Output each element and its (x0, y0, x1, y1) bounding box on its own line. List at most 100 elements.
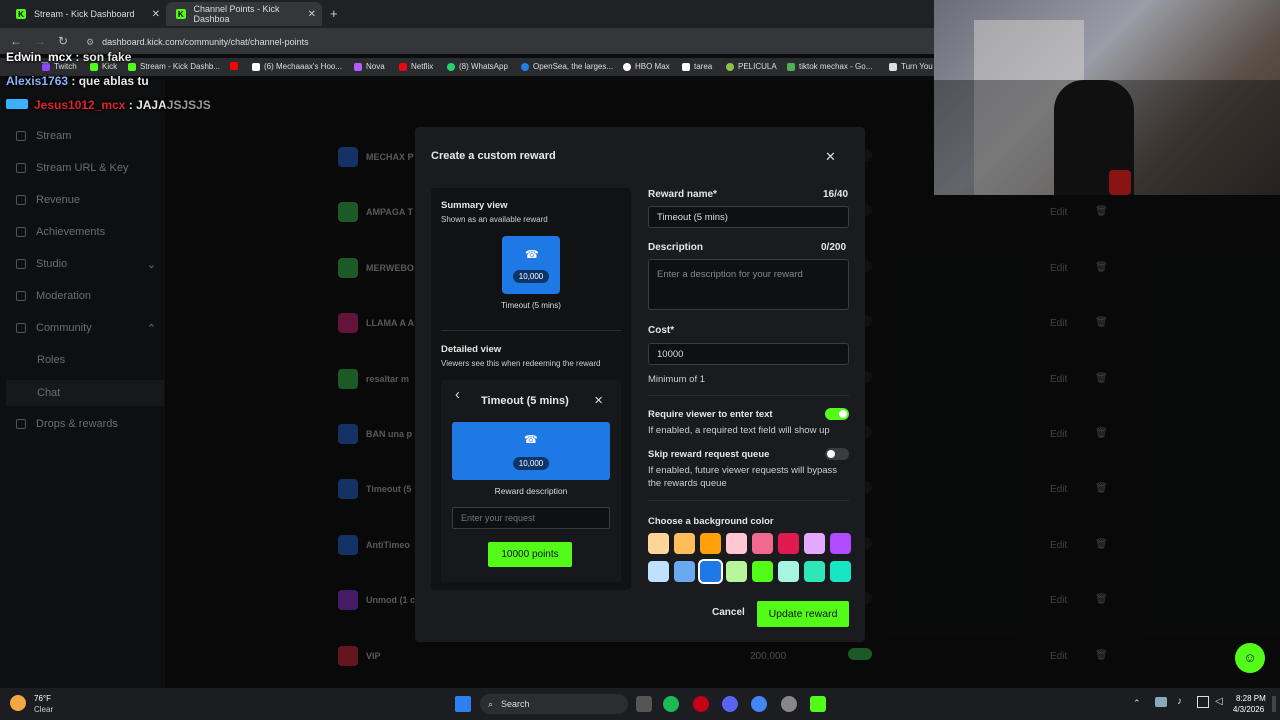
microphone-icon[interactable]: ♪ (1177, 696, 1182, 707)
cost-minimum-hint: Minimum of 1 (648, 374, 706, 385)
color-swatch[interactable] (648, 533, 669, 554)
sidebar-item-community[interactable]: Community ⌃ (16, 322, 156, 335)
site-info-icon[interactable]: ⚙ (86, 37, 94, 48)
create-reward-modal: Create a custom reward ✕ Summary view Sh… (415, 127, 865, 642)
opera-icon[interactable] (693, 696, 709, 712)
bookmark-turn-you[interactable]: Turn You (889, 62, 933, 71)
sidebar-item-stream[interactable]: Stream (16, 130, 71, 142)
description-textarea[interactable]: Enter a description for your reward (648, 259, 849, 310)
sidebar-item-achievements[interactable]: Achievements (16, 226, 105, 238)
tab-channel-points[interactable]: K Channel Points - Kick Dashboa ✕ (166, 2, 322, 26)
cancel-button[interactable]: Cancel (712, 607, 745, 618)
summary-sub: Shown as an available reward (441, 215, 548, 224)
clock-time[interactable]: 8:28 PM (1236, 694, 1266, 703)
sidebar-item-roles[interactable]: Roles (37, 354, 65, 366)
divider (441, 330, 621, 331)
bookmark-pelicula[interactable]: PELICULA (726, 62, 777, 71)
reward-name-label: Reward name* (648, 189, 717, 200)
clock-date: 4/3/2026 (1233, 705, 1265, 714)
spotify-icon[interactable] (663, 696, 679, 712)
tab-title: Stream - Kick Dashboard (34, 9, 135, 19)
chrome-icon[interactable] (751, 696, 767, 712)
close-tab-icon[interactable]: ✕ (308, 9, 316, 20)
detailed-close-icon[interactable]: ✕ (594, 394, 603, 407)
bookmark-stream-dashboard[interactable]: Stream - Kick Dashb... (128, 62, 220, 71)
forward-icon[interactable]: → (34, 34, 46, 48)
bookmark-youtube[interactable] (230, 62, 242, 70)
detailed-preview-card: ‹ Timeout (5 mins) ✕ ☎ 10,000 Reward des… (441, 380, 621, 582)
color-swatch[interactable] (726, 533, 747, 554)
color-swatch[interactable] (804, 561, 825, 582)
url-field[interactable]: ⚙ dashboard.kick.com/community/chat/chan… (86, 33, 926, 51)
back-icon[interactable]: ← (10, 34, 22, 48)
request-input[interactable] (452, 507, 610, 529)
color-swatch[interactable] (752, 533, 773, 554)
summary-heading: Summary view (441, 200, 508, 211)
obs-icon[interactable] (781, 696, 797, 712)
redeem-points-button[interactable]: 10000 points (488, 542, 572, 567)
weather-temp[interactable]: 76°F (34, 694, 51, 703)
description-counter: 0/200 (821, 242, 847, 253)
close-tab-icon[interactable]: ✕ (152, 9, 160, 20)
chevron-down-icon: ⌄ (146, 258, 156, 271)
color-swatch[interactable] (830, 533, 851, 554)
cloud-icon[interactable] (1155, 697, 1167, 707)
color-swatch[interactable] (830, 561, 851, 582)
sidebar-item-chat[interactable]: Chat (6, 380, 164, 406)
cost-label: Cost* (648, 325, 675, 336)
update-reward-button[interactable]: Update reward (757, 601, 849, 627)
cost-input[interactable]: 10000 (648, 343, 849, 365)
bookmark-hoo[interactable]: (6) Mechaaax's Hoo... (252, 62, 342, 71)
reward-name-counter: 16/40 (823, 189, 849, 200)
weather-moon-icon (10, 695, 26, 711)
color-swatch[interactable] (674, 533, 695, 554)
bookmark-opensea[interactable]: OpenSea, the larges... (521, 62, 613, 71)
tray-chevron-up-icon[interactable]: ⌃ (1133, 698, 1141, 709)
windows-start-icon[interactable] (455, 696, 471, 712)
sidebar-item-drops-rewards[interactable]: Drops & rewards (16, 418, 118, 430)
color-swatch[interactable] (778, 561, 799, 582)
sidebar-item-revenue[interactable]: Revenue (16, 194, 80, 206)
bookmark-nova[interactable]: Nova (354, 62, 385, 71)
kick-app-icon[interactable] (810, 696, 826, 712)
new-tab-button[interactable]: + (330, 6, 338, 21)
kick-favicon-icon: K (176, 9, 186, 19)
bookmark-tiktok[interactable]: tiktok mechax - Go... (787, 62, 872, 71)
bookmark-hbo[interactable]: HBO Max (623, 62, 670, 71)
require-text-toggle[interactable] (825, 408, 849, 420)
sidebar-item-stream-url-key[interactable]: Stream URL & Key (16, 162, 129, 174)
reward-name-input[interactable]: Timeout (5 mins) (648, 206, 849, 228)
reload-icon[interactable]: ↻ (58, 34, 68, 48)
sidebar-item-studio[interactable]: Studio ⌄ (16, 258, 156, 271)
taskbar-search[interactable]: ⌕ Search (480, 694, 628, 714)
bookmark-whatsapp[interactable]: (8) WhatsApp (447, 62, 508, 71)
color-swatch[interactable] (778, 533, 799, 554)
color-swatch[interactable] (648, 561, 669, 582)
bookmark-netflix[interactable]: Netflix (399, 62, 433, 71)
modal-close-icon[interactable]: ✕ (825, 149, 836, 165)
color-swatch[interactable] (726, 561, 747, 582)
chevron-up-icon: ⌃ (146, 322, 156, 335)
back-chevron-icon[interactable]: ‹ (455, 386, 460, 403)
discord-icon[interactable] (722, 696, 738, 712)
color-swatch[interactable] (804, 533, 825, 554)
skip-queue-toggle[interactable] (825, 448, 849, 460)
skip-queue-label: Skip reward request queue (648, 449, 770, 460)
color-swatch[interactable] (752, 561, 773, 582)
color-swatch[interactable] (674, 561, 695, 582)
color-swatch[interactable] (698, 559, 723, 584)
summary-card-cost: 10,000 (513, 270, 549, 283)
preview-panel: Summary view Shown as an available rewar… (431, 188, 631, 590)
bookmark-tarea[interactable]: tarea (682, 62, 712, 71)
color-swatch[interactable] (700, 533, 721, 554)
search-icon: ⌕ (488, 698, 494, 709)
summary-card-name: Timeout (5 mins) (501, 301, 561, 310)
url-text: dashboard.kick.com/community/chat/channe… (102, 37, 309, 47)
sidebar-item-moderation[interactable]: Moderation (16, 290, 91, 302)
volume-icon[interactable]: ◁ (1215, 696, 1223, 707)
show-desktop-button[interactable] (1272, 696, 1276, 712)
network-icon[interactable] (1197, 696, 1209, 708)
tab-stream-dashboard[interactable]: K Stream - Kick Dashboard ✕ (6, 2, 166, 26)
support-chat-icon[interactable]: ☺ (1235, 643, 1265, 673)
task-view-icon[interactable] (636, 696, 652, 712)
